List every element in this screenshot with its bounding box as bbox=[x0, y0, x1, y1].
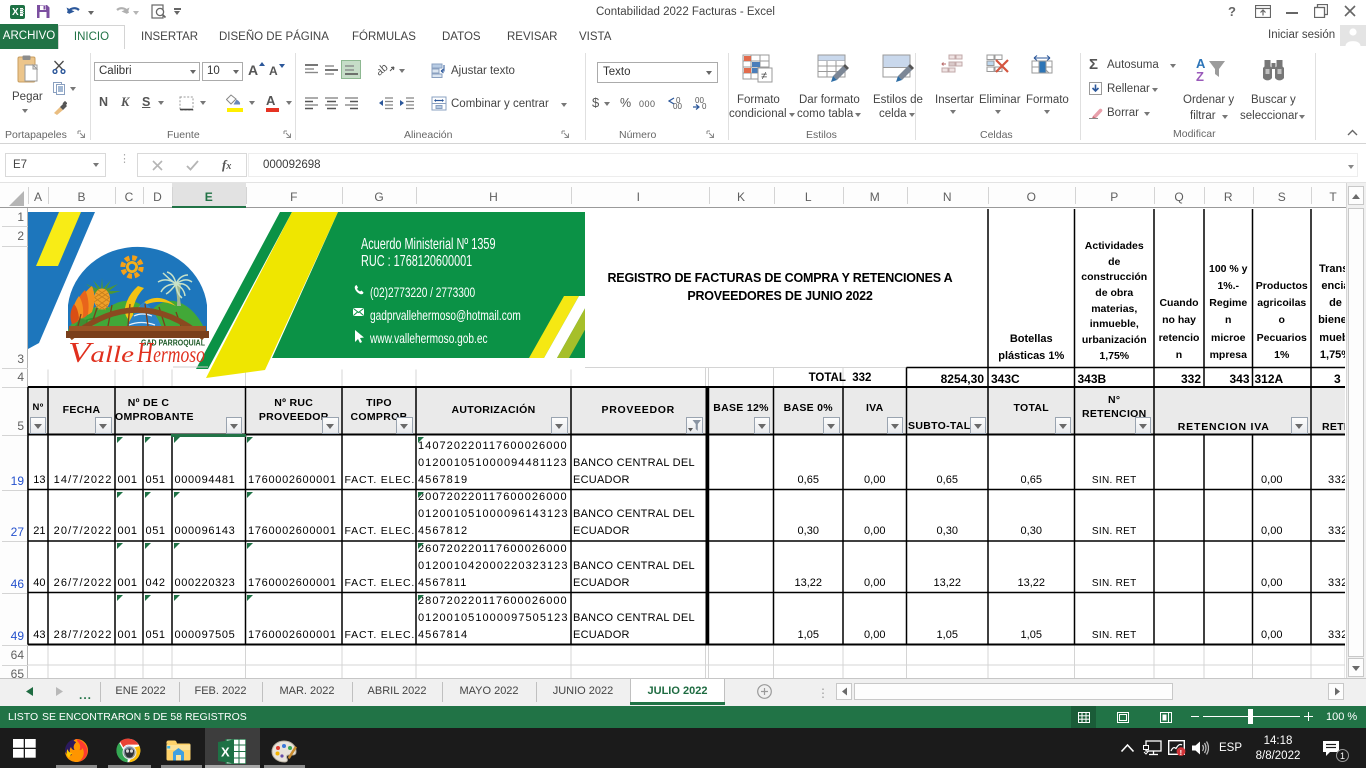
svg-text:www.vallehermoso.gob.ec: www.vallehermoso.gob.ec bbox=[369, 330, 487, 346]
svg-text:!: ! bbox=[1180, 748, 1183, 756]
svg-text:gadprvallehermoso@hotmail.com: gadprvallehermoso@hotmail.com bbox=[370, 307, 521, 323]
svg-text:Valle: Valle bbox=[68, 337, 134, 369]
svg-text:Acuerdo Ministerial Nº 1359: Acuerdo Ministerial Nº 1359 bbox=[361, 234, 496, 252]
svg-text:RUC : 1768120600001: RUC : 1768120600001 bbox=[361, 251, 472, 269]
svg-text:Hermoso: Hermoso bbox=[136, 337, 205, 369]
svg-text:(02)2773220 / 2773300: (02)2773220 / 2773300 bbox=[370, 284, 475, 300]
svg-text:X: X bbox=[221, 745, 230, 760]
